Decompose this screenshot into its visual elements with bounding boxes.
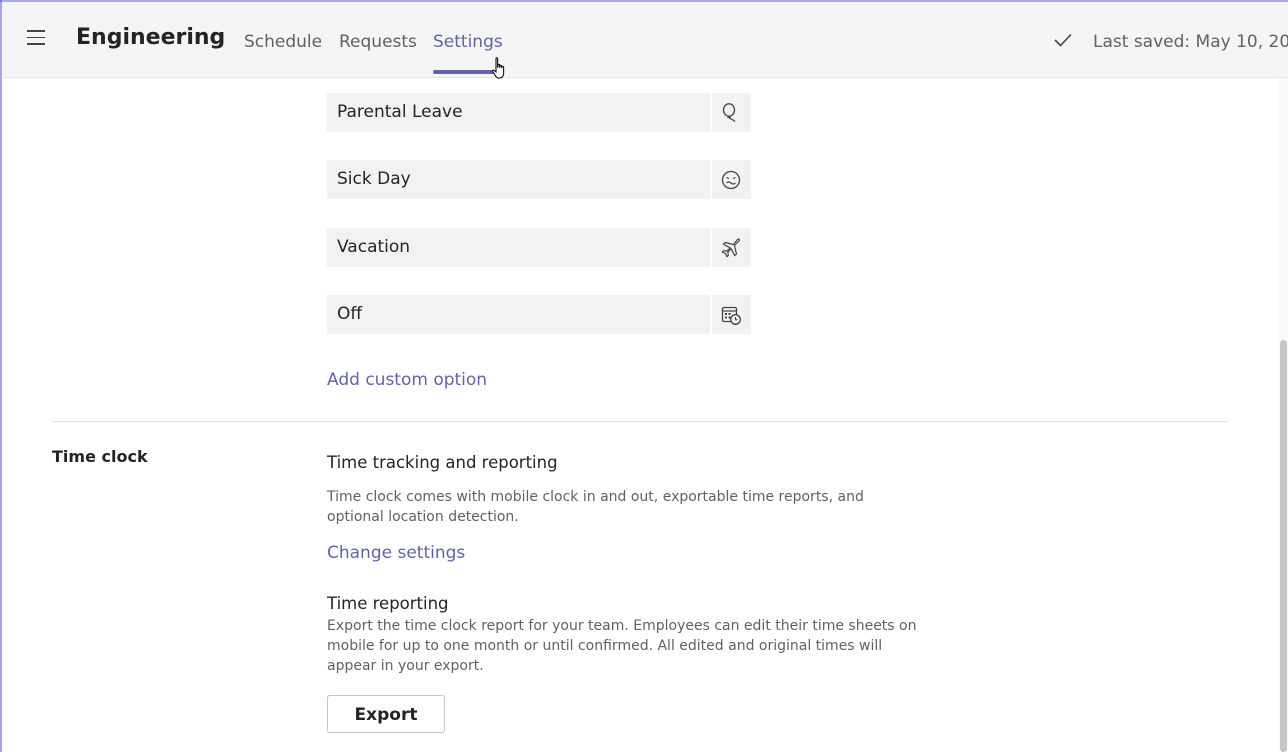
- time-off-option-off[interactable]: Off: [327, 295, 751, 334]
- active-tab-indicator: [433, 70, 495, 74]
- team-name: Engineering: [76, 25, 226, 50]
- option-label: Off: [337, 304, 363, 324]
- last-saved-status: Last saved: May 10, 202: [1093, 32, 1288, 52]
- change-settings-link[interactable]: Change settings: [327, 543, 465, 563]
- tab-requests[interactable]: Requests: [339, 32, 417, 52]
- hamburger-menu-icon[interactable]: [27, 30, 45, 46]
- time-reporting-description: Export the time clock report for your te…: [327, 618, 917, 674]
- option-label: Sick Day: [337, 169, 411, 189]
- airplane-icon[interactable]: [720, 237, 742, 259]
- option-divider: [710, 160, 712, 199]
- tab-settings[interactable]: Settings: [433, 32, 503, 52]
- section-title-time-clock: Time clock: [52, 447, 148, 466]
- add-custom-option-link[interactable]: Add custom option: [327, 370, 487, 390]
- calendar-clock-icon[interactable]: [720, 304, 742, 326]
- app-header: Engineering Schedule Requests Settings L…: [2, 2, 1288, 79]
- sick-face-icon[interactable]: [720, 169, 742, 191]
- balloon-icon[interactable]: [720, 102, 742, 124]
- time-reporting-heading: Time reporting: [327, 594, 449, 613]
- checkmark-icon: [1054, 33, 1072, 47]
- time-off-option-parental-leave[interactable]: Parental Leave: [327, 93, 751, 132]
- section-divider: [52, 421, 1228, 422]
- option-divider: [710, 93, 712, 132]
- tab-schedule[interactable]: Schedule: [244, 32, 322, 52]
- window-frame-left: [0, 0, 2, 752]
- option-label: Parental Leave: [337, 102, 463, 122]
- hand-cursor-icon: [492, 57, 505, 79]
- option-label: Vacation: [337, 237, 411, 257]
- time-tracking-heading: Time tracking and reporting: [327, 453, 558, 472]
- time-off-option-sick-day[interactable]: Sick Day: [327, 160, 751, 199]
- option-divider: [710, 295, 712, 334]
- export-button[interactable]: Export: [327, 695, 445, 733]
- time-off-option-vacation[interactable]: Vacation: [327, 228, 751, 267]
- scrollbar-thumb[interactable]: [1280, 340, 1287, 752]
- time-tracking-description: Time clock comes with mobile clock in an…: [327, 489, 864, 525]
- option-divider: [710, 228, 712, 267]
